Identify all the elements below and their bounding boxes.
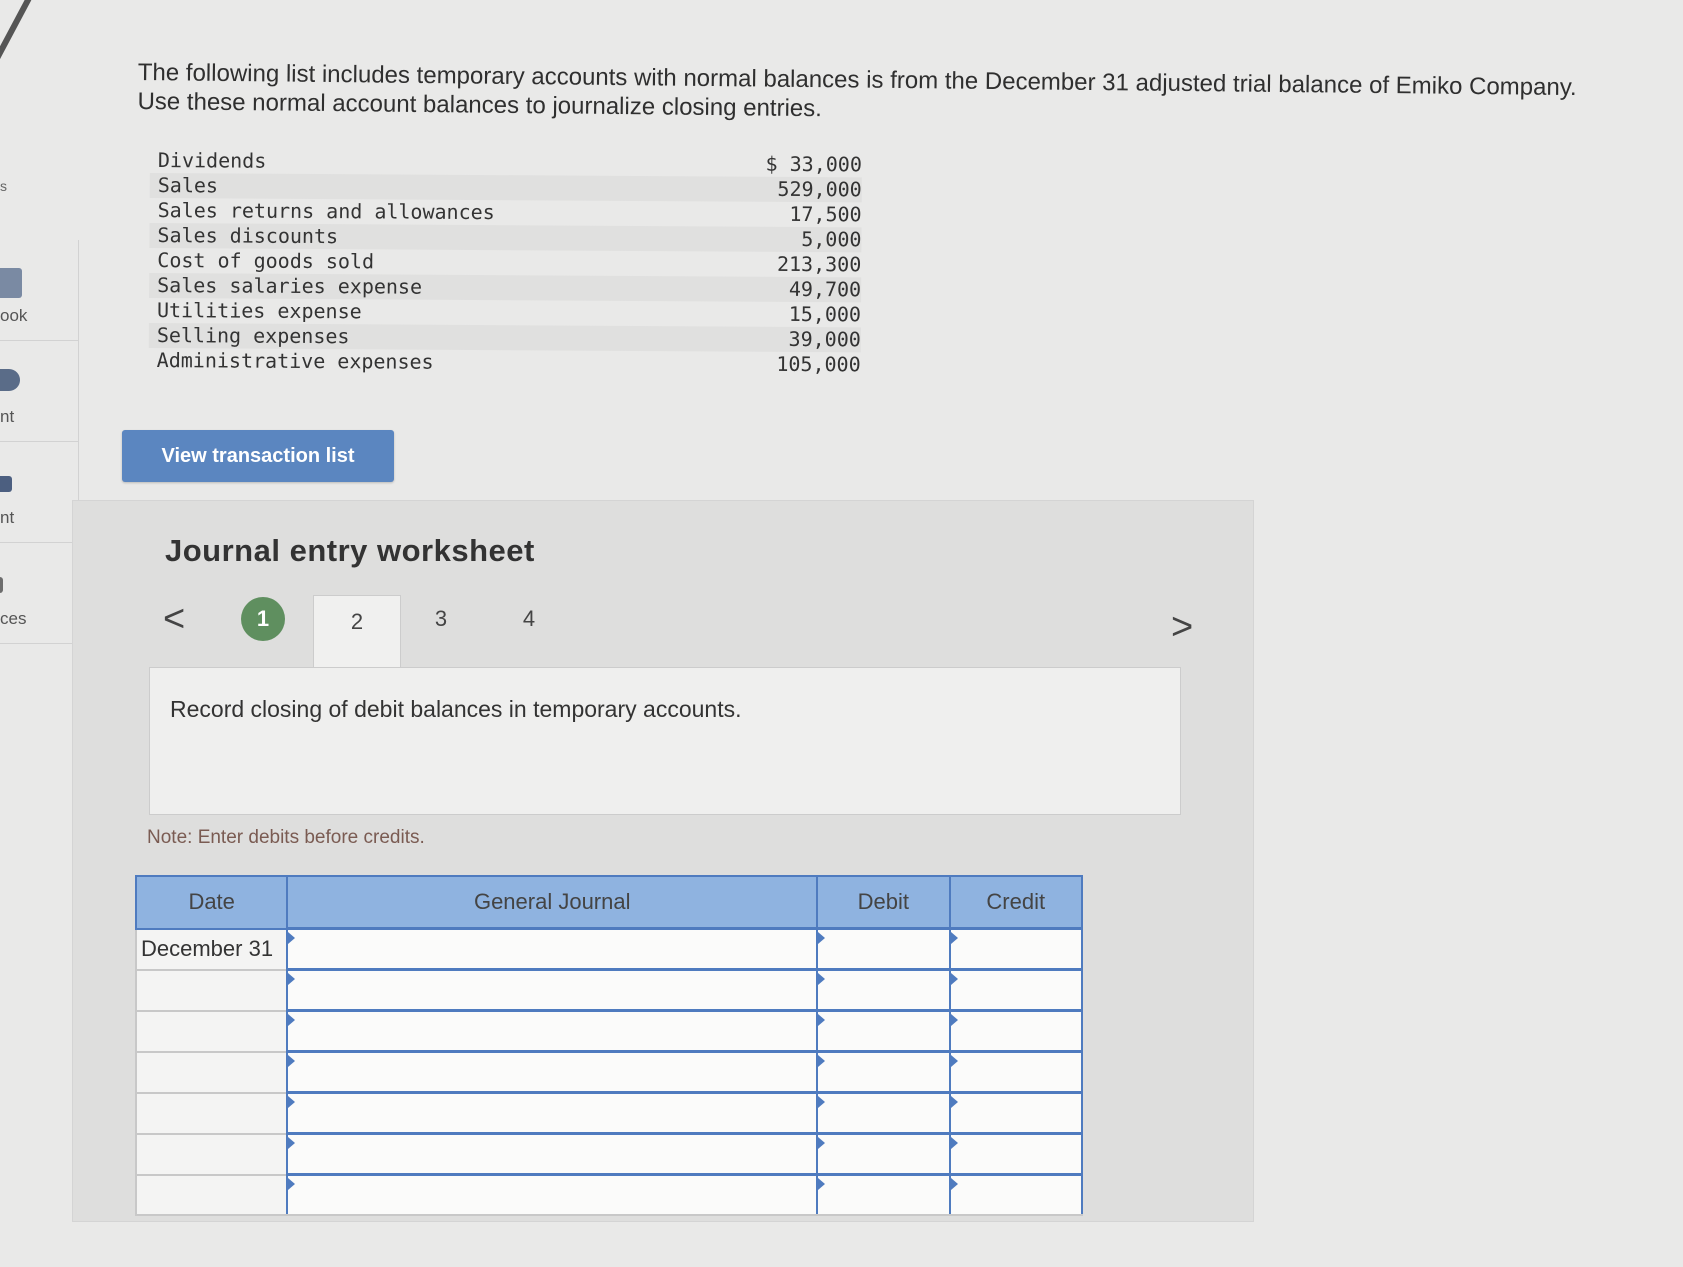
instruction-box: Record closing of debit balances in temp… — [149, 667, 1181, 815]
table-row — [134, 1173, 1084, 1216]
account-amount: 105,000 — [776, 351, 861, 377]
sidebar-item-print[interactable]: nt — [0, 341, 79, 442]
list-item: Administrative expenses 105,000 — [149, 348, 861, 377]
tab-entry-4[interactable]: 4 — [499, 597, 559, 641]
list-item: Dividends $ 33,000 — [150, 148, 862, 177]
flag-icon — [0, 476, 12, 492]
account-dropdown[interactable] — [286, 1132, 819, 1176]
table-row — [134, 1009, 1084, 1053]
table-row — [134, 1091, 1084, 1135]
credit-header: Credit — [948, 875, 1084, 930]
sidebar-item-ebook[interactable]: ook — [0, 240, 79, 341]
account-name: Sales discounts — [157, 223, 339, 249]
account-name: Sales — [157, 173, 219, 198]
account-dropdown[interactable] — [286, 968, 819, 1012]
debit-input[interactable] — [816, 927, 951, 971]
account-amount: 5,000 — [801, 226, 862, 252]
account-amount: 39,000 — [788, 326, 861, 352]
date-header: Date — [134, 875, 289, 930]
prev-entry-chevron-icon[interactable]: < — [163, 599, 185, 639]
tab-entry-1[interactable]: 1 — [241, 597, 285, 641]
tab-entry-2[interactable]: 2 — [313, 595, 401, 668]
account-dropdown[interactable] — [286, 1009, 819, 1053]
account-name: Sales salaries expense — [157, 273, 423, 299]
date-cell: December 31 — [134, 928, 289, 971]
account-dropdown[interactable] — [286, 1091, 819, 1135]
credit-input[interactable] — [948, 1009, 1084, 1053]
sidebar-item-label: ook — [0, 306, 28, 325]
sidebar-item-label: nt — [0, 508, 15, 527]
account-amount: 17,500 — [789, 201, 862, 227]
entry-note: Note: Enter debits before credits. — [147, 827, 425, 848]
table-row — [134, 1132, 1084, 1176]
date-cell — [134, 1010, 289, 1053]
references-icon — [0, 577, 3, 593]
account-amount: $ 33,000 — [765, 151, 862, 177]
credit-input[interactable] — [948, 1091, 1084, 1135]
instruction-text: Record closing of debit balances in temp… — [170, 696, 742, 722]
worksheet-title: Journal entry worksheet — [165, 533, 535, 568]
sidebar-dollar-mark: s — [0, 178, 7, 194]
table-row: December 31 — [134, 927, 1084, 971]
sidebar-item-label: nt — [0, 407, 15, 426]
account-amount: 15,000 — [788, 301, 862, 327]
book-icon — [0, 268, 22, 298]
date-cell — [134, 1051, 289, 1094]
account-amount: 213,300 — [776, 251, 862, 277]
account-amount: 529,000 — [777, 176, 862, 202]
credit-input[interactable] — [948, 1132, 1084, 1176]
account-amount: 49,700 — [788, 276, 862, 302]
account-name: Sales returns and allowances — [157, 198, 495, 225]
account-dropdown[interactable] — [286, 1173, 819, 1216]
print-icon — [0, 369, 20, 391]
credit-input[interactable] — [948, 927, 1084, 971]
debit-input[interactable] — [816, 968, 951, 1012]
credit-input[interactable] — [948, 968, 1084, 1012]
account-name: Administrative expenses — [156, 348, 434, 374]
account-dropdown[interactable] — [286, 927, 819, 971]
account-dropdown[interactable] — [286, 1050, 819, 1094]
account-name: Dividends — [157, 148, 267, 173]
credit-input[interactable] — [948, 1173, 1084, 1216]
tab-entry-3[interactable]: 3 — [411, 597, 471, 641]
journal-entry-worksheet: Journal entry worksheet < 1 2 3 4 > Reco… — [72, 500, 1254, 1222]
general-journal-header: General Journal — [286, 875, 819, 930]
general-journal-table: Date General Journal Debit Credit Decemb… — [134, 875, 1084, 1216]
debit-input[interactable] — [816, 1050, 951, 1094]
accounts-list: Dividends $ 33,000 Sales 529,000 Sales r… — [148, 148, 862, 377]
problem-intro: The following list includes temporary ac… — [137, 58, 1577, 123]
view-transaction-list-button[interactable]: View transaction list — [122, 430, 394, 482]
pen-mark — [0, 0, 33, 69]
date-cell — [134, 1133, 289, 1176]
sidebar-item-label: ces — [0, 609, 27, 628]
account-name: Cost of goods sold — [157, 248, 375, 274]
credit-input[interactable] — [948, 1050, 1084, 1094]
sidebar: ook nt nt ces — [0, 240, 80, 644]
debit-header: Debit — [816, 875, 951, 930]
table-row — [134, 1050, 1084, 1094]
next-entry-chevron-icon[interactable]: > — [1171, 607, 1193, 647]
account-name: Selling expenses — [156, 323, 350, 349]
table-row — [134, 968, 1084, 1012]
date-cell — [134, 1092, 289, 1135]
sidebar-item-flag[interactable]: nt — [0, 442, 79, 543]
sidebar-item-references[interactable]: ces — [0, 543, 79, 644]
debit-input[interactable] — [816, 1009, 951, 1053]
debit-input[interactable] — [816, 1173, 951, 1216]
date-cell — [134, 1174, 289, 1216]
debit-input[interactable] — [816, 1132, 951, 1176]
debit-input[interactable] — [816, 1091, 951, 1135]
account-name: Utilities expense — [156, 298, 362, 324]
date-cell — [134, 969, 289, 1012]
